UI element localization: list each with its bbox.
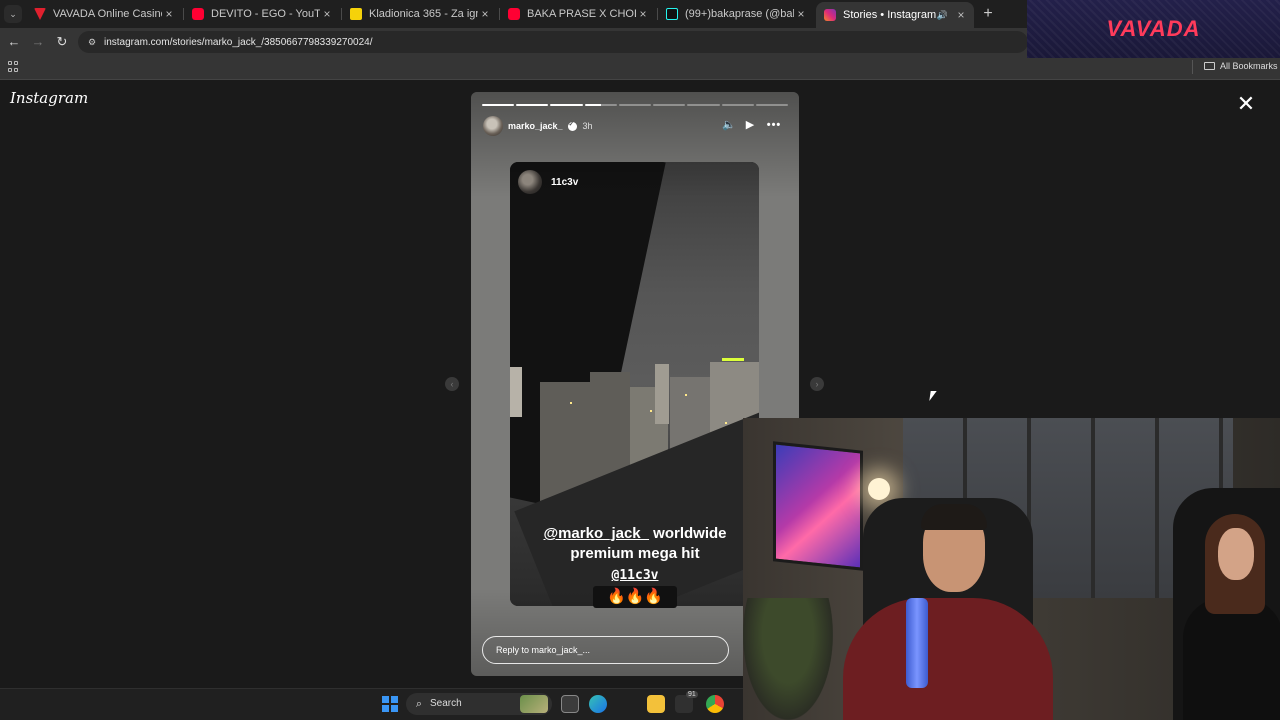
tiktok-icon [666,8,678,20]
back-icon[interactable]: ← [6,34,22,50]
file-explorer-icon[interactable] [647,695,665,713]
more-options-icon[interactable]: ••• [766,117,782,133]
tab-youtube-devito[interactable]: DEVITO - EGO - YouTube × [184,2,340,26]
verified-badge-icon [567,120,577,131]
webcam-person-head [1218,528,1254,580]
tab-title: Stories • Instagram [843,9,937,21]
search-highlight-icon [520,695,548,713]
tab-kladionica[interactable]: Kladionica 365 - Za igru sa druš × [342,2,498,26]
story-progress-segment [550,104,583,106]
tab-search-dropdown-icon[interactable]: ⌄ [4,5,22,23]
reload-icon[interactable]: ↻ [54,34,70,50]
story-caption: @marko_jack_ worldwide premium mega hit … [471,524,799,608]
previous-story-icon[interactable]: ‹ [445,377,459,391]
play-icon[interactable]: ▶ [742,117,758,133]
avatar[interactable] [483,116,503,136]
taskbar-search-label: Search [430,698,462,709]
site-info-icon[interactable]: ⚙ [86,36,98,48]
youtube-icon [192,8,204,20]
video-light [570,402,572,404]
folder-icon [1204,62,1215,70]
task-view-icon[interactable] [561,695,579,713]
reply-input[interactable]: Reply to marko_jack_... [482,636,729,664]
tab-tiktok[interactable]: (99+)bakaprase (@bakaprase) | × [658,2,814,26]
story-progress-segment [482,104,515,106]
video-building [510,367,522,417]
all-bookmarks-label: All Bookmarks [1220,61,1278,71]
caption-mention[interactable]: @11c3v [612,568,659,584]
caption-text: worldwide [649,525,727,542]
instagram-logo[interactable]: Instagram [10,89,88,107]
kladionica-icon [350,8,362,20]
instagram-icon [824,9,836,21]
reshared-story-author: 11c3v [518,170,578,194]
all-bookmarks-button[interactable]: All Bookmarks [1204,61,1278,71]
sponsor-logo: VAVADA [1106,16,1201,41]
story-username[interactable]: marko_jack_ [508,121,563,131]
vavada-icon [34,8,46,20]
video-neon-sign [722,358,744,361]
video-light [650,410,652,412]
story-progress-segment [721,104,754,106]
story-progress-segment [687,104,720,106]
windows-taskbar [0,688,743,720]
video-light [685,394,687,396]
youtube-icon [508,8,520,20]
tab-instagram-stories[interactable]: Stories • Instagram 🔊 × [816,2,974,28]
story-viewer[interactable]: marko_jack_ 3h 🔈 ▶ ••• 11c3v @marko_jack… [471,92,799,676]
webcam-plant [743,598,833,720]
close-tab-icon[interactable]: × [162,7,176,21]
search-icon: ⌕ [415,698,423,710]
story-progress-segment [755,104,788,106]
close-tab-icon[interactable]: × [954,8,968,22]
close-tab-icon[interactable]: × [794,7,808,21]
tab-title: DEVITO - EGO - YouTube [211,8,320,20]
tab-youtube-betmen[interactable]: BAKA PRASE X CHODA - BETMEN × [500,2,656,26]
speaker-icon[interactable]: 🔊 [937,10,948,21]
bookmarks-divider [1192,60,1193,74]
webcam-water-bottle [906,598,928,688]
windows-start-icon[interactable] [382,696,398,712]
close-tab-icon[interactable]: × [320,7,334,21]
edge-icon[interactable] [589,695,607,713]
caption-mention[interactable]: @marko_jack_ [543,525,649,542]
story-progress-segment [516,104,549,106]
apps-grid-icon[interactable] [8,61,19,72]
url-text[interactable]: instagram.com/stories/marko_jack_/385066… [104,37,373,48]
avatar[interactable] [518,170,542,194]
caption-text: premium mega hit [570,545,700,562]
sponsor-overlay: VAVADA [1027,0,1280,58]
webcam-person-hair [921,504,987,530]
caption-emoji: 🔥🔥🔥 [593,586,677,608]
close-tab-icon[interactable]: × [478,7,492,21]
close-icon[interactable]: ✕ [1236,93,1256,115]
forward-icon[interactable]: → [30,34,46,50]
bookmarks-bar [0,56,1280,80]
tab-title: BAKA PRASE X CHODA - BETMEN [527,8,636,20]
story-progress-bar [482,104,788,106]
tab-vavada[interactable]: VAVADA Online Casino × [26,2,182,26]
tab-title: VAVADA Online Casino [53,8,162,20]
tab-title: (99+)bakaprase (@bakaprase) | [685,8,794,20]
chrome-icon[interactable] [706,695,724,713]
notification-badge: 91 [686,691,698,698]
story-progress-segment [653,104,686,106]
tab-title: Kladionica 365 - Za igru sa druš [369,8,478,20]
story-progress-segment [584,104,617,106]
story-header: marko_jack_ 3h [483,115,593,137]
mute-icon[interactable]: 🔈 [721,117,737,133]
video-light [725,422,727,424]
new-tab-button[interactable]: + [981,4,995,24]
webcam-person [843,598,1053,720]
reshared-username[interactable]: 11c3v [551,177,578,188]
story-timestamp: 3h [582,121,593,131]
video-building [655,364,669,424]
webcam-person [1183,598,1280,720]
webcam-overlay [743,418,1280,720]
next-story-icon[interactable]: › [810,377,824,391]
webcam-lamp [868,478,890,500]
close-tab-icon[interactable]: × [636,7,650,21]
story-progress-segment [618,104,652,106]
